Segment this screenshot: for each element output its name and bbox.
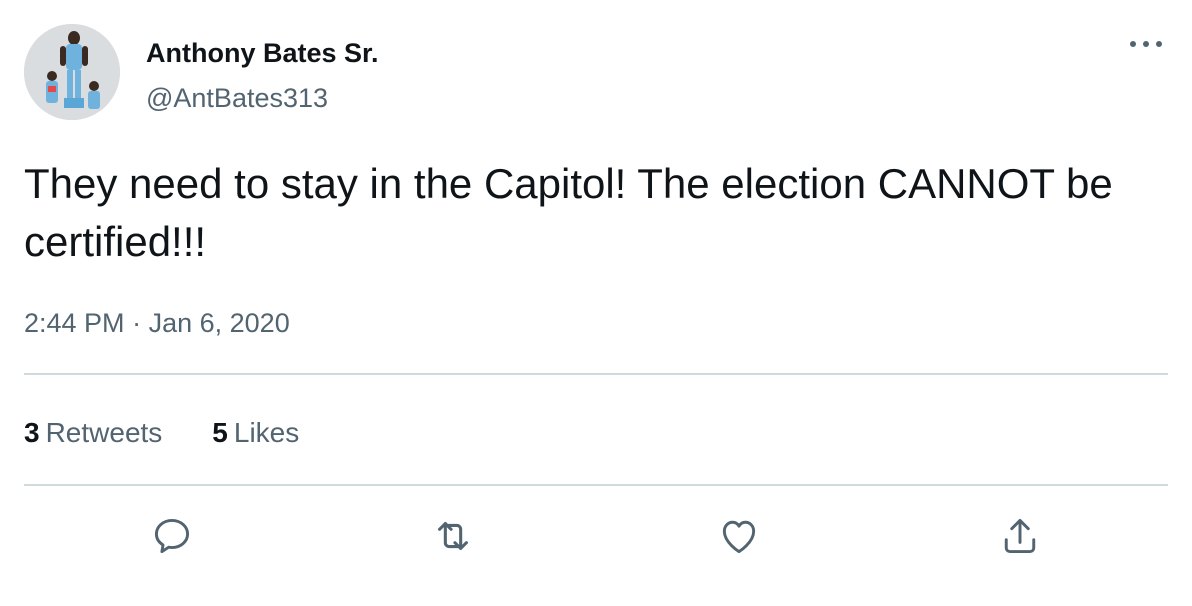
retweet-icon xyxy=(438,522,468,550)
author-display-name[interactable]: Anthony Bates Sr. xyxy=(146,38,379,69)
likes-stat[interactable]: 5 Likes xyxy=(212,417,299,449)
author-handle[interactable]: @AntBates313 xyxy=(146,83,328,114)
likes-count: 5 xyxy=(212,417,228,448)
tweet-text: They need to stay in the Capitol! The el… xyxy=(24,160,1113,265)
likes-label: Likes xyxy=(233,417,300,448)
tweet-timestamp[interactable]: 2:44 PM · Jan 6, 2020 xyxy=(24,308,290,339)
like-button[interactable] xyxy=(715,512,763,560)
more-horizontal-icon xyxy=(1130,41,1162,47)
retweets-stat[interactable]: 3 Retweets xyxy=(24,417,162,449)
divider-bottom xyxy=(24,484,1168,486)
reply-icon xyxy=(154,518,190,554)
tweet-date: Jan 6, 2020 xyxy=(148,308,290,338)
retweets-count: 3 xyxy=(24,417,40,448)
reply-button[interactable] xyxy=(148,512,196,560)
avatar-image xyxy=(24,24,120,120)
retweet-button[interactable] xyxy=(429,512,477,560)
timestamp-separator: · xyxy=(132,308,142,338)
heart-icon xyxy=(722,520,756,554)
tweet-time: 2:44 PM xyxy=(24,308,125,338)
share-icon xyxy=(1004,518,1036,554)
share-button[interactable] xyxy=(996,512,1044,560)
avatar[interactable] xyxy=(24,24,120,120)
more-options-button[interactable] xyxy=(1124,28,1168,60)
tweet-stats: 3 Retweets 5 Likes xyxy=(24,417,299,449)
retweets-label: Retweets xyxy=(45,417,163,448)
tweet-card: Anthony Bates Sr. @AntBates313 They need… xyxy=(0,0,1192,606)
divider-top xyxy=(24,373,1168,375)
